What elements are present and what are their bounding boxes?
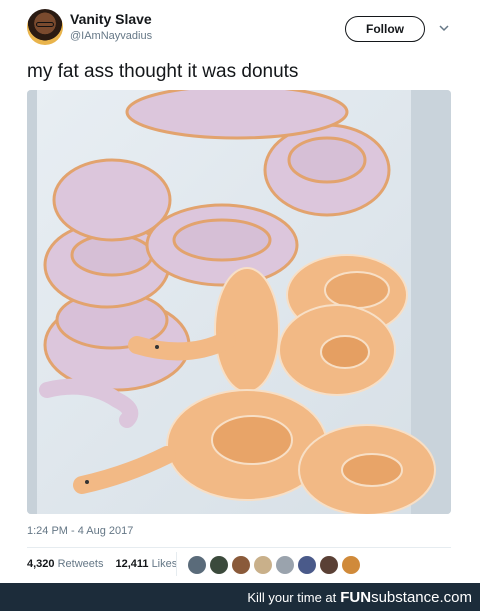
divider	[27, 547, 451, 548]
funsubstance-logo[interactable]: FUNsubstance.com	[340, 589, 472, 606]
brand-com: .com	[439, 588, 472, 606]
site-footer-banner: Kill your time at FUNsubstance.com	[0, 583, 480, 611]
liker-avatar[interactable]	[298, 556, 316, 574]
glasses-shape	[36, 22, 54, 27]
orange-snake-2	[278, 304, 396, 396]
retweets-label: Retweets	[57, 558, 104, 570]
likes-stat[interactable]: 12,411 Likes	[115, 558, 177, 570]
brand-main: FUN	[340, 588, 372, 606]
tweet-photo[interactable]	[27, 90, 451, 514]
user-avatar[interactable]	[27, 9, 63, 45]
lavender-snake-4	[145, 203, 299, 287]
liker-avatars	[188, 556, 360, 574]
likes-label: Likes	[151, 558, 178, 570]
lavender-snake-5	[263, 123, 391, 217]
liker-avatar[interactable]	[232, 556, 250, 574]
likes-count: 12,411	[115, 558, 149, 570]
tweet-text: my fat ass thought it was donuts	[27, 61, 299, 82]
orange-snake-3	[214, 267, 280, 393]
retweets-stat[interactable]: 4,320 Retweets	[27, 558, 103, 570]
brand-sub: substance	[371, 588, 440, 606]
tweet-card: Vanity Slave @IAmNayvadius Follow my fat…	[0, 0, 480, 583]
stats-separator	[176, 552, 177, 576]
liker-avatar[interactable]	[210, 556, 228, 574]
footer-tagline: Kill your time at	[247, 589, 337, 605]
engagement-stats: 4,320 Retweets 12,411 Likes	[27, 558, 177, 570]
tweet-timestamp[interactable]: 1:24 PM - 4 Aug 2017	[27, 525, 133, 537]
orange-snake-5	[298, 424, 436, 514]
retweets-count: 4,320	[27, 558, 55, 570]
user-display-name[interactable]: Vanity Slave	[70, 11, 152, 27]
lavender-snake-top	[125, 90, 349, 140]
chevron-down-icon[interactable]	[438, 22, 450, 34]
liker-avatar[interactable]	[276, 556, 294, 574]
user-handle[interactable]: @IAmNayvadius	[70, 30, 152, 42]
liker-avatar[interactable]	[188, 556, 206, 574]
snakes-photo-illustration	[27, 90, 451, 514]
liker-avatar[interactable]	[342, 556, 360, 574]
follow-button[interactable]: Follow	[345, 16, 425, 42]
liker-avatar[interactable]	[320, 556, 338, 574]
liker-avatar[interactable]	[254, 556, 272, 574]
